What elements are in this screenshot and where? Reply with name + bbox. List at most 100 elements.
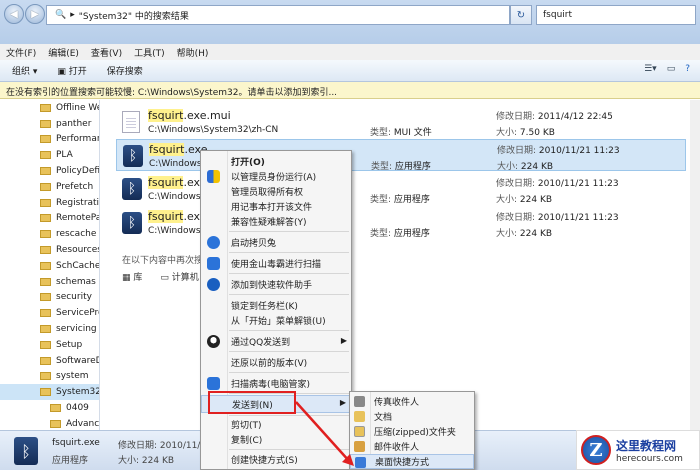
menu-view[interactable]: 查看(V) [91, 46, 122, 59]
search-computer-link[interactable]: ▭ 计算机 [160, 270, 198, 283]
forward-button[interactable]: ▶ [25, 4, 45, 24]
bluetooth-icon: ᛒ [123, 145, 143, 167]
tree-item[interactable]: SchCache [0, 258, 99, 274]
menu-item-cut[interactable]: 剪切(T) [201, 417, 351, 432]
view-options-icon[interactable]: ☰▾ [644, 64, 657, 74]
send-to-desktop-shortcut[interactable]: 桌面快捷方式 [350, 454, 474, 469]
submenu-arrow-icon: ▶ [339, 398, 346, 407]
menu-file[interactable]: 文件(F) [6, 46, 36, 59]
menu-item-pin-taskbar[interactable]: 锁定到任务栏(K) [201, 298, 351, 313]
tree-item[interactable]: RemotePa [0, 211, 99, 227]
folder-icon [40, 135, 51, 144]
menu-separator [229, 351, 349, 352]
folder-icon [40, 277, 51, 286]
qq-penguin-icon [207, 335, 220, 348]
context-menu: 打开(O) 以管理员身份运行(A) 管理员取得所有权 用记事本打开该文件 兼容性… [200, 150, 352, 470]
menu-separator [229, 415, 349, 416]
search-library-link[interactable]: ▦ 库 [122, 270, 142, 283]
result-item[interactable]: fsquirt.exe.mui C:\Windows\System32\zh-C… [116, 106, 686, 138]
tree-item[interactable]: servicing [0, 321, 99, 337]
tree-item[interactable]: SoftwareD [0, 353, 99, 369]
breadcrumb[interactable]: "System32" 中的搜索结果 [79, 9, 189, 22]
scrollbar[interactable] [690, 100, 700, 430]
menu-item-open-notepad[interactable]: 用记事本打开该文件 [201, 199, 351, 214]
menu-item-unpin-start[interactable]: 从「开始」菜单解锁(U) [201, 313, 351, 328]
name-highlight: fsquirt [148, 210, 184, 223]
send-to-documents[interactable]: 文档 [350, 409, 474, 424]
type-value: 应用程序 [394, 162, 431, 172]
menu-separator [229, 231, 349, 232]
tree-item[interactable]: schemas [0, 274, 99, 290]
send-to-mail[interactable]: 邮件收件人 [350, 439, 474, 454]
index-info-bar[interactable]: 在没有索引的位置搜索可能较慢: C:\Windows\System32。请单击以… [0, 82, 700, 99]
open-button[interactable]: ▣ 打开 [57, 64, 86, 77]
result-path: C:\Windows\ [148, 226, 204, 236]
result-path: C:\Windows\ [149, 159, 205, 169]
tree-item[interactable]: ServicePrc [0, 305, 99, 321]
tree-label: Registratic [56, 197, 99, 208]
name-rest: .exe.mui [183, 109, 231, 122]
preview-pane-icon[interactable]: ▭ [667, 64, 676, 74]
tree-item[interactable]: Setup [0, 337, 99, 353]
send-to-fax[interactable]: 传真收件人 [350, 394, 474, 409]
watermark-logo: Z [581, 435, 611, 465]
menu-item-scan-virus[interactable]: 扫描病毒(电脑管家) [201, 376, 351, 391]
menu-item-qq-send[interactable]: 通过QQ发送到 ▶ [201, 334, 351, 349]
tree-item[interactable]: PolicyDefir [0, 163, 99, 179]
results-pane: fsquirt.exe.mui C:\Windows\System32\zh-C… [100, 100, 700, 430]
search-folder-icon: 🔍 [55, 10, 67, 20]
tree-item[interactable]: system [0, 369, 99, 385]
tree-item[interactable]: Offline We [0, 100, 99, 116]
tree-item-selected[interactable]: System32 [0, 384, 99, 401]
tree-item[interactable]: rescache [0, 226, 99, 242]
search-input[interactable]: fsquirt [536, 5, 696, 25]
menu-label: 压缩(zipped)文件夹 [374, 428, 456, 438]
menu-label: 邮件收件人 [374, 443, 420, 453]
back-button[interactable]: ◀ [4, 4, 24, 24]
menu-separator [229, 372, 349, 373]
send-to-zip[interactable]: 压缩(zipped)文件夹 [350, 424, 474, 439]
document-icon [122, 111, 140, 133]
menu-item-compat-troubleshoot[interactable]: 兼容性疑难解答(Y) [201, 214, 351, 229]
tree-item[interactable]: PLA [0, 147, 99, 163]
navigation-tree[interactable]: Offline We panther Performar PLA PolicyD… [0, 100, 100, 430]
menu-label: 桌面快捷方式 [375, 458, 430, 468]
menu-help[interactable]: 帮助(H) [177, 46, 209, 59]
tree-label: SchCache [56, 260, 99, 271]
tree-item[interactable]: Resources [0, 242, 99, 258]
refresh-button[interactable]: ↻ [510, 5, 532, 25]
folder-icon [40, 388, 51, 397]
tree-item[interactable]: 0409 [0, 400, 99, 416]
menu-item-restore-versions[interactable]: 还原以前的版本(V) [201, 355, 351, 370]
details-size-label: 大小: [118, 456, 140, 466]
menu-item-copy-rabbit[interactable]: 启动拷贝兔 [201, 235, 351, 250]
address-bar[interactable]: 🔍 ▸ "System32" 中的搜索结果 [46, 5, 510, 25]
menu-item-create-shortcut[interactable]: 创建快捷方式(S) [201, 452, 351, 467]
menu-edit[interactable]: 编辑(E) [48, 46, 79, 59]
tree-item[interactable]: security [0, 290, 99, 306]
tree-label: rescache [56, 229, 97, 240]
size-label: 大小: [496, 195, 518, 205]
save-search-button[interactable]: 保存搜索 [107, 64, 143, 77]
tree-item[interactable]: Performar [0, 132, 99, 148]
tree-item[interactable]: Prefetch [0, 179, 99, 195]
menu-item-kingsoft-scan[interactable]: 使用金山毒霸进行扫描 [201, 256, 351, 271]
date-value: 2011/4/12 22:45 [537, 112, 613, 122]
tree-item[interactable]: Advance [0, 416, 99, 430]
tree-item[interactable]: Registratic [0, 195, 99, 211]
size-value: 224 KB [520, 162, 554, 172]
menu-item-take-ownership[interactable]: 管理员取得所有权 [201, 184, 351, 199]
organize-button[interactable]: 组织 ▾ [12, 64, 37, 77]
menu-tools[interactable]: 工具(T) [134, 46, 165, 59]
tree-item[interactable]: panther [0, 116, 99, 132]
details-date-label: 修改日期: [118, 441, 158, 451]
menu-item-quick-assistant[interactable]: 添加到快速软件助手 [201, 277, 351, 292]
details-size: 224 KB [141, 456, 175, 466]
type-value: 应用程序 [393, 229, 430, 239]
help-icon[interactable]: ? [685, 64, 690, 74]
menu-item-run-as-admin[interactable]: 以管理员身份运行(A) [201, 169, 351, 184]
folder-icon [40, 230, 51, 239]
menu-item-open[interactable]: 打开(O) [201, 154, 351, 169]
pc-manager-icon [207, 377, 220, 390]
menu-item-copy[interactable]: 复制(C) [201, 432, 351, 447]
